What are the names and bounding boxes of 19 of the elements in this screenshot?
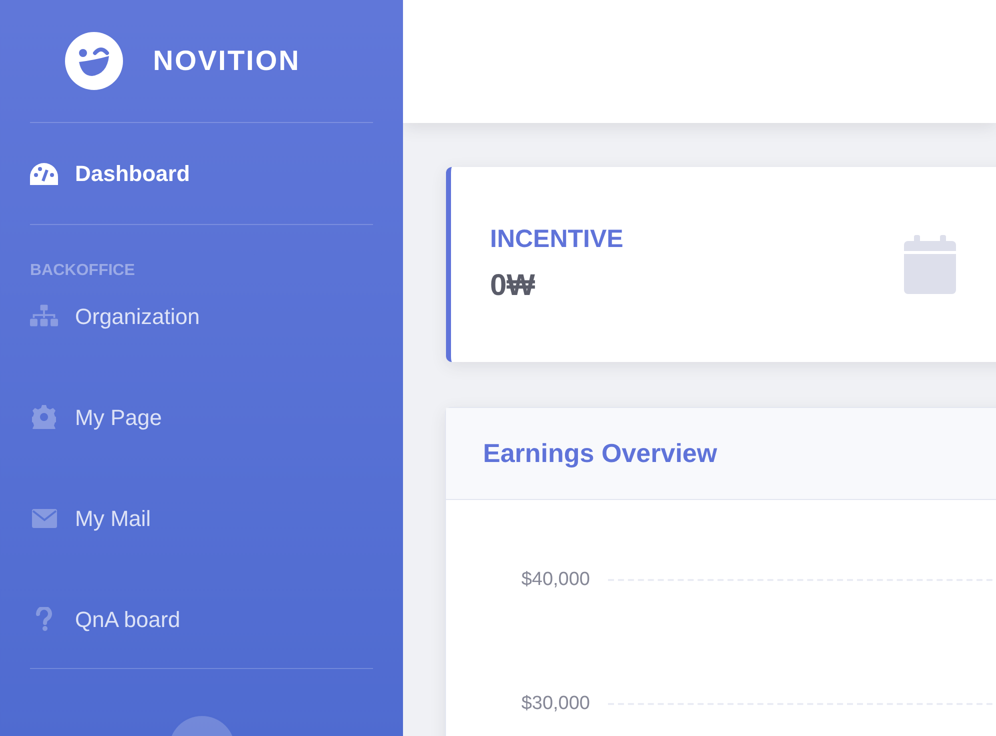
sidebar-item[interactable]: My Mail — [30, 493, 373, 543]
brand-name: NOVITION — [153, 44, 300, 78]
card-title: Earnings Overview — [483, 437, 718, 470]
winking-face-logo-icon — [65, 32, 123, 90]
gauge-icon — [30, 162, 58, 184]
sidebar-item[interactable]: QnA board — [30, 594, 373, 644]
axis-label: $40,000 — [520, 568, 590, 592]
question-mark-icon — [36, 607, 52, 631]
card-title: INCENTIVE — [490, 224, 624, 256]
calendar-icon — [904, 235, 956, 294]
card-value: 0₩ — [490, 268, 536, 304]
settings-icon — [32, 405, 56, 429]
axis-label: $30,000 — [520, 692, 590, 716]
section-heading: BACKOFFICE — [30, 261, 136, 281]
sidebar-item[interactable]: My Page — [30, 392, 373, 442]
envelope-icon — [32, 508, 56, 528]
hierarchy-icon — [30, 304, 58, 328]
sidebar-item[interactable]: Dashboard — [30, 123, 373, 224]
sidebar-item[interactable]: Organization — [30, 291, 373, 341]
